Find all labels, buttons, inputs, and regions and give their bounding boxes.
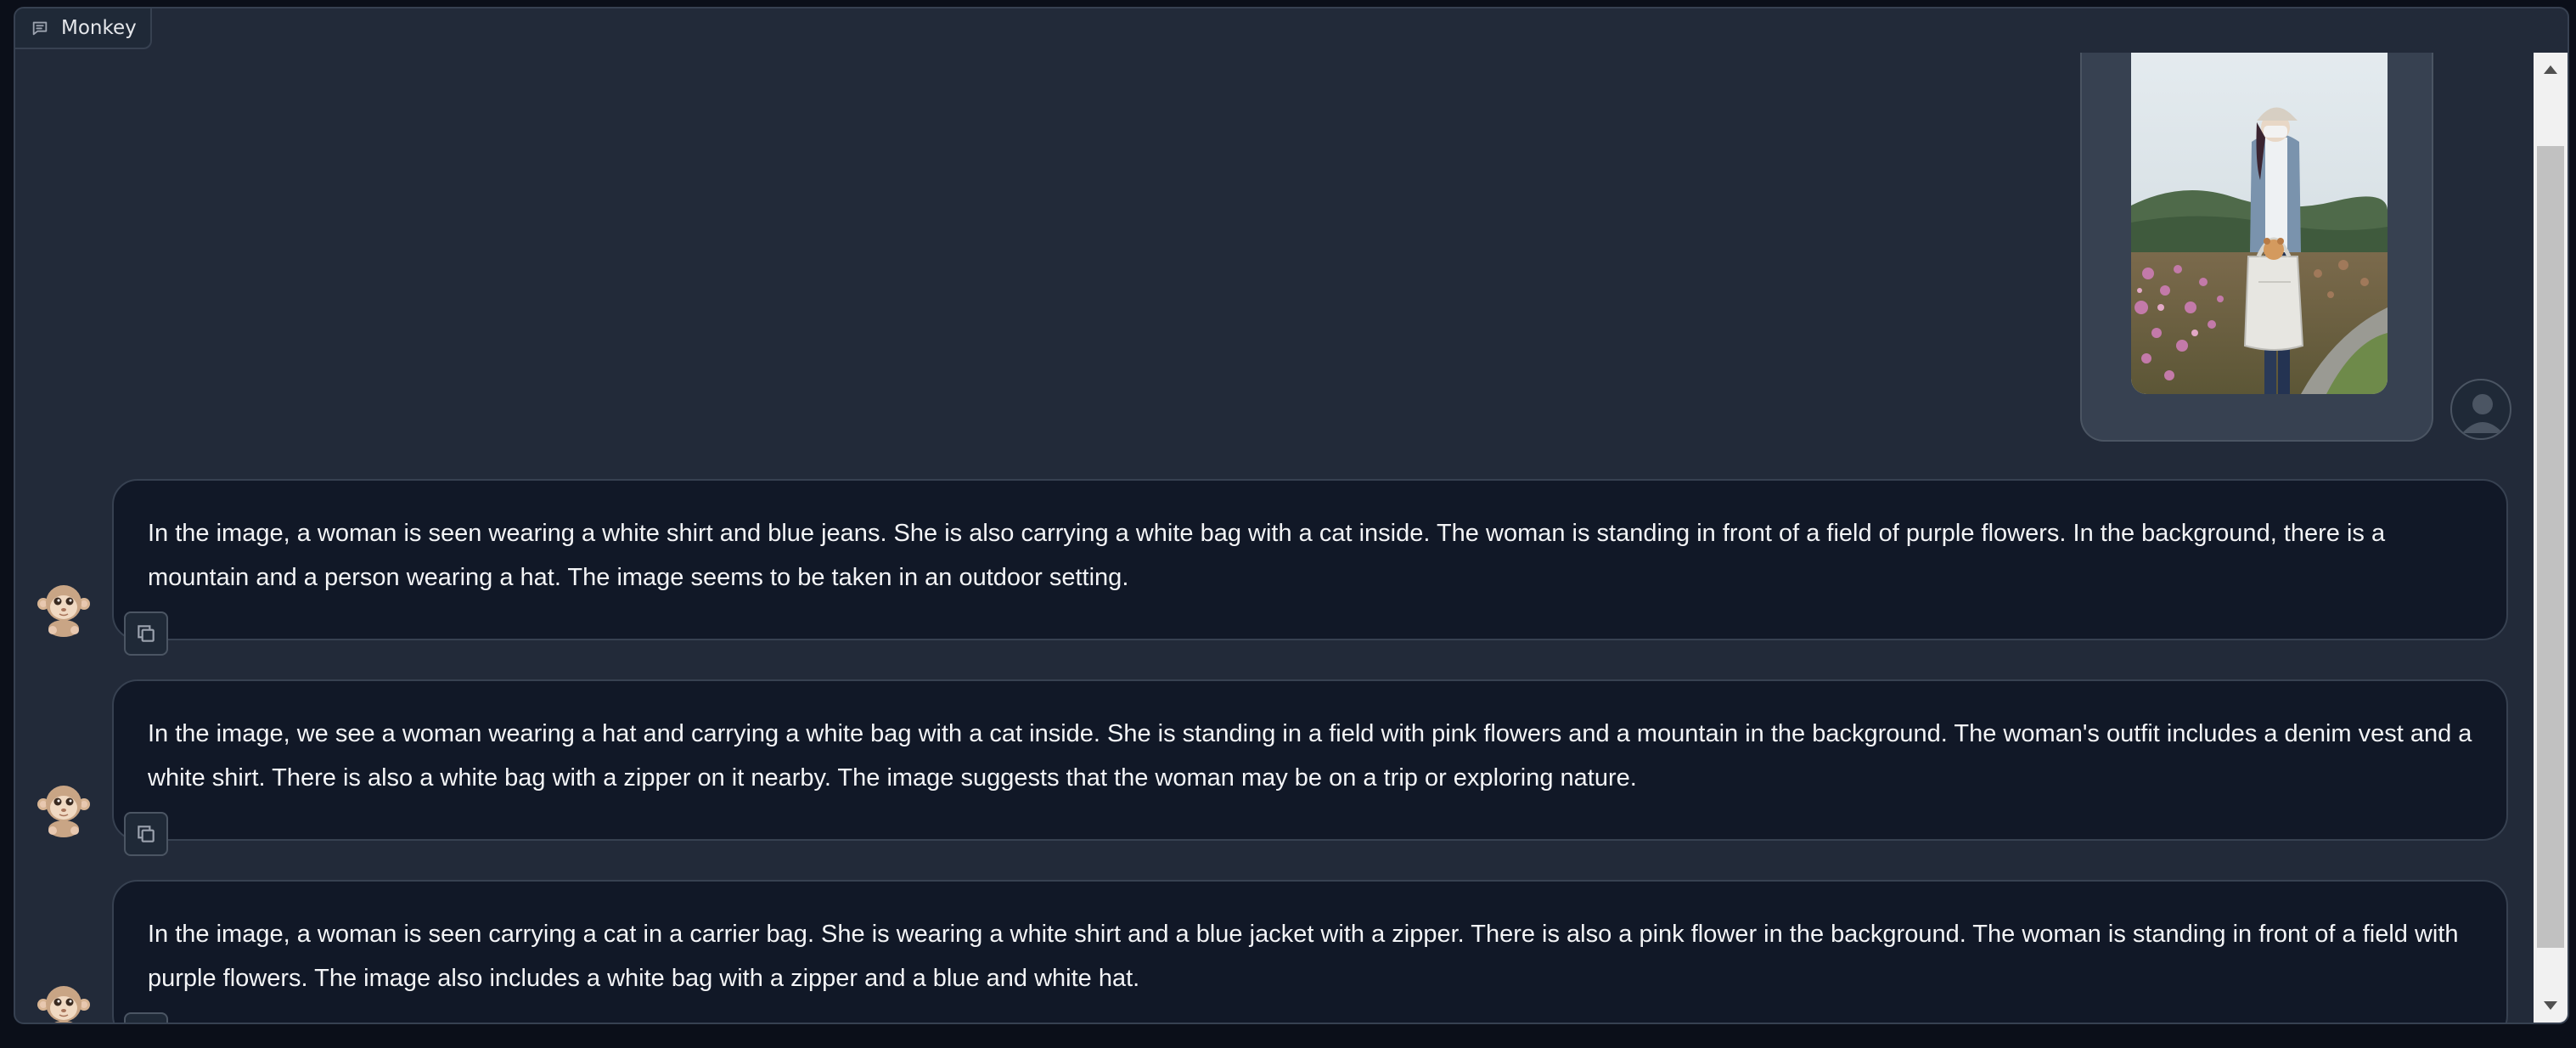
copy-icon <box>138 825 155 842</box>
copy-button[interactable] <box>124 611 168 656</box>
user-message <box>2080 53 2433 442</box>
chatbot-label-text: Monkey <box>61 17 137 39</box>
scroll-down-button[interactable] <box>2534 989 2568 1023</box>
copy-icon <box>138 625 155 642</box>
photo-woman-with-cat-bag <box>2131 53 2388 394</box>
chat-history[interactable]: In the image, a woman is seen wearing a … <box>15 8 2535 1023</box>
user-avatar <box>2450 379 2511 440</box>
chat-icon <box>32 21 48 36</box>
triangle-down-icon <box>2544 1001 2557 1010</box>
user-avatar-icon <box>2462 394 2503 433</box>
chat-scrollbar[interactable] <box>2534 53 2568 1023</box>
bot-message: In the image, a woman is seen wearing a … <box>112 479 2508 640</box>
bot-message-text: In the image, a woman is seen wearing a … <box>148 520 2386 591</box>
triangle-up-icon <box>2544 65 2557 74</box>
bot-message-text: In the image, a woman is seen carrying a… <box>148 921 2459 992</box>
bot-message-text: In the image, we see a woman wearing a h… <box>148 720 2472 792</box>
chatbot-panel: Monkey In the image, a woman is seen wea… <box>14 7 2569 1024</box>
chatbot-label: Monkey <box>15 8 152 49</box>
monkey-avatar <box>37 982 90 1023</box>
bot-message: In the image, we see a woman wearing a h… <box>112 679 2508 841</box>
scrollbar-thumb[interactable] <box>2537 146 2564 948</box>
bot-message: In the image, a woman is seen carrying a… <box>112 880 2508 1023</box>
copy-button[interactable] <box>124 1012 168 1023</box>
monkey-avatar <box>37 581 90 637</box>
monkey-avatar <box>37 781 90 837</box>
monkey-avatar-icon <box>37 585 90 637</box>
monkey-avatar-icon <box>37 786 90 837</box>
copy-button[interactable] <box>124 812 168 856</box>
monkey-avatar-icon <box>37 986 90 1023</box>
user-uploaded-image[interactable] <box>2131 53 2388 394</box>
scroll-up-button[interactable] <box>2534 53 2568 87</box>
